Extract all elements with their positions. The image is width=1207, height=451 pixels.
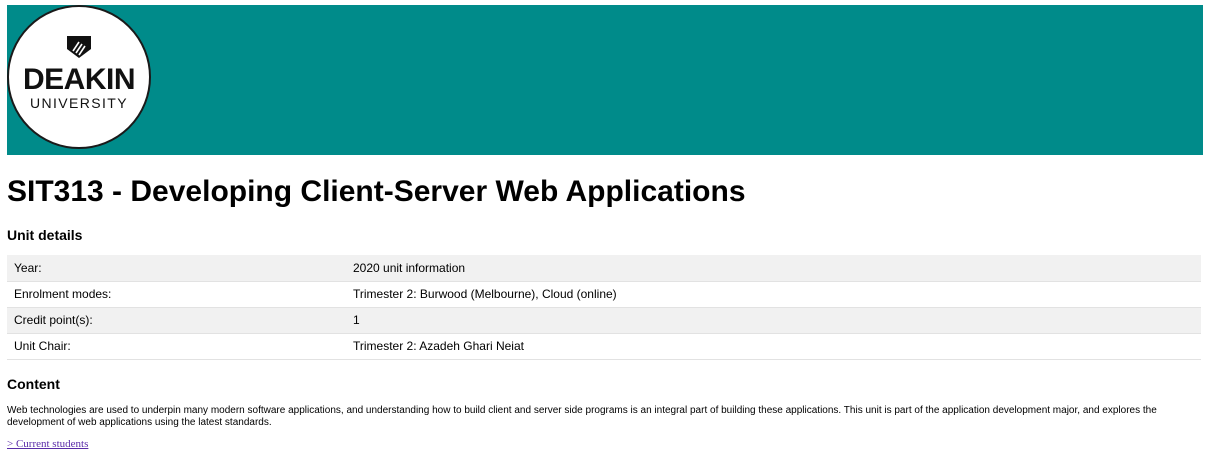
row-value: 2020 unit information	[346, 255, 1201, 282]
unit-details-heading: Unit details	[7, 227, 83, 243]
table-row: Year: 2020 unit information	[7, 255, 1201, 282]
row-label: Year:	[7, 255, 346, 282]
unit-details-table: Year: 2020 unit information Enrolment mo…	[7, 255, 1201, 360]
row-label: Enrolment modes:	[7, 281, 346, 308]
row-value: Trimester 2: Burwood (Melbourne), Cloud …	[346, 281, 1201, 308]
row-value: 1	[346, 307, 1201, 334]
row-value: Trimester 2: Azadeh Ghari Neiat	[346, 333, 1201, 360]
content-paragraph: Web technologies are used to underpin ma…	[7, 405, 1157, 428]
table-row: Enrolment modes: Trimester 2: Burwood (M…	[7, 281, 1201, 308]
table-row: Unit Chair: Trimester 2: Azadeh Ghari Ne…	[7, 333, 1201, 360]
table-row: Credit point(s): 1	[7, 307, 1201, 334]
logo-wordmark: DEAKIN	[22, 63, 136, 96]
row-label: Unit Chair:	[7, 333, 346, 360]
content-heading: Content	[7, 376, 60, 392]
logo-subtitle: UNIVERSITY	[29, 95, 128, 111]
shield-icon	[67, 36, 91, 58]
current-students-link[interactable]: > Current students	[7, 438, 88, 451]
page-title: SIT313 - Developing Client-Server Web Ap…	[7, 175, 746, 208]
row-label: Credit point(s):	[7, 307, 346, 334]
header-banner	[7, 5, 1203, 155]
deakin-logo[interactable]: DEAKIN UNIVERSITY	[7, 5, 151, 149]
